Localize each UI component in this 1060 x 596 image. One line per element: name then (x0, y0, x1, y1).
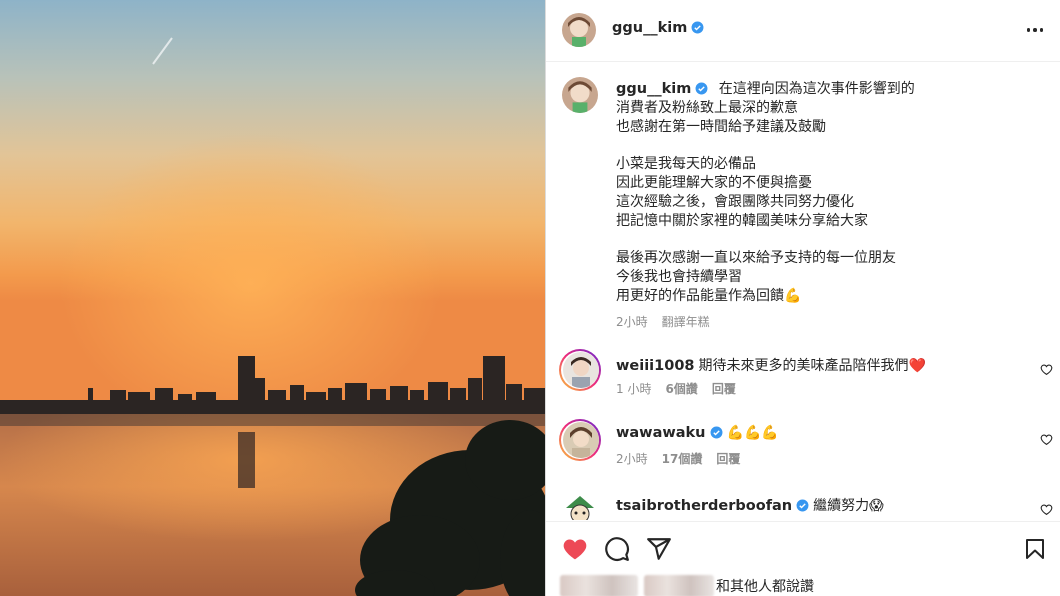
screaming-emoji: 😱 (869, 498, 884, 514)
post-action-bar: 和其他人都說讚 (546, 521, 1060, 596)
verified-icon (710, 426, 722, 439)
commenter-avatar[interactable] (560, 492, 600, 520)
caption-line: 這次經驗之後，會跟團隊共同努力優化 (616, 194, 854, 210)
bookmark-icon[interactable] (1023, 536, 1047, 562)
verified-icon (796, 499, 809, 512)
comment-likes[interactable]: 17個讚 (662, 450, 703, 467)
more-icon[interactable] (1023, 18, 1047, 42)
share-icon[interactable] (646, 536, 672, 562)
caption-text: ggu__kim 在這裡向因為這次事件影響到的 消費者及粉絲致上最深的歉意 也感… (616, 80, 1036, 306)
commenter-avatar[interactable] (563, 352, 599, 388)
post-photo[interactable] (0, 0, 545, 596)
author-username[interactable]: ggu__kim (612, 20, 704, 36)
comment-item: tsaibrotherderboofan 繼續努力😱 (546, 490, 1060, 520)
caption-line: 今後我也會持續學習 (616, 269, 742, 285)
caption-line: 用更好的作品能量作為回饋 (616, 288, 784, 304)
caption-line: 消費者及粉絲致上最深的歉意 (616, 100, 798, 116)
liker-names-blurred (644, 575, 714, 596)
author-avatar[interactable] (562, 13, 596, 47)
comment-text: tsaibrotherderboofan 繼續努力😱 (616, 495, 884, 515)
caption-line: 也感謝在第一時間給予建議及鼓勵 (616, 119, 826, 135)
comment-likes[interactable]: 6個讚 (665, 380, 697, 397)
comment-body: 期待未來更多的美味產品陪伴我們 (698, 358, 909, 374)
caption-meta: 2小時 翻譯年糕 (616, 313, 710, 330)
comment-item: weiii1008 期待未來更多的美味產品陪伴我們❤️ 1 小時 6個讚 回覆 (546, 349, 1060, 410)
flexed-biceps-emoji: 💪 (784, 288, 802, 304)
likes-text: 和其他人都說讚 (716, 579, 814, 595)
caption-line: 在這裡向因為這次事件影響到的 (718, 81, 915, 97)
comment-time[interactable]: 1 小時 (616, 380, 651, 397)
heart-icon[interactable] (1040, 363, 1053, 376)
author-username-text[interactable]: ggu__kim (612, 20, 687, 36)
likes-summary[interactable]: 和其他人都說讚 (560, 575, 814, 596)
caption-author-avatar[interactable] (562, 77, 598, 113)
comment-body: 繼續努力 (813, 498, 870, 514)
heart-icon[interactable] (1040, 503, 1053, 516)
commenter-username[interactable]: tsaibrotherderboofan (616, 498, 792, 514)
comment-item: wawawaku 💪💪💪 2小時 17個讚 回覆 (546, 419, 1060, 480)
commenter-avatar[interactable] (563, 422, 599, 458)
translate-link[interactable]: 翻譯年糕 (662, 313, 710, 330)
caption-line: 把記憶中關於家裡的韓國美味分享給大家 (616, 213, 868, 229)
caption-line: 最後再次感謝一直以來給予支持的每一位朋友 (616, 250, 896, 266)
reply-button[interactable]: 回覆 (716, 450, 740, 467)
reply-button[interactable]: 回覆 (712, 380, 736, 397)
heart-icon[interactable] (562, 536, 588, 562)
comment-meta: 2小時 17個讚 回覆 (616, 450, 740, 467)
caption-line: 因此更能理解大家的不便與擔憂 (616, 175, 812, 191)
comment-meta: 1 小時 6個讚 回覆 (616, 380, 736, 397)
heart-icon[interactable] (1040, 433, 1053, 446)
comments-scroll-area[interactable]: ggu__kim 在這裡向因為這次事件影響到的 消費者及粉絲致上最深的歉意 也感… (546, 63, 1060, 520)
comment-icon[interactable] (604, 536, 630, 562)
caption-line: 小菜是我每天的必備品 (616, 156, 756, 172)
commenter-username[interactable]: weiii1008 (616, 358, 695, 374)
sunset-skyline-image (0, 0, 545, 596)
comment-text: wawawaku 💪💪💪 (616, 425, 779, 441)
verified-icon (695, 82, 708, 95)
caption-author-username[interactable]: ggu__kim (616, 81, 691, 97)
post-side-panel: ggu__kim ggu__kim 在這裡向因為這次事件影響到的 消費者及粉絲致… (545, 0, 1060, 596)
heart-emoji: ❤️ (908, 358, 926, 374)
instagram-post-view: ggu__kim ggu__kim 在這裡向因為這次事件影響到的 消費者及粉絲致… (0, 0, 1060, 596)
caption-time[interactable]: 2小時 (616, 313, 648, 330)
flexed-biceps-emoji: 💪💪💪 (726, 425, 779, 441)
commenter-username[interactable]: wawawaku (616, 425, 706, 441)
comment-time[interactable]: 2小時 (616, 450, 648, 467)
verified-icon (691, 21, 704, 34)
post-header: ggu__kim (546, 0, 1060, 62)
liker-avatars-blurred (560, 575, 638, 596)
comment-text: weiii1008 期待未來更多的美味產品陪伴我們❤️ (616, 355, 926, 375)
